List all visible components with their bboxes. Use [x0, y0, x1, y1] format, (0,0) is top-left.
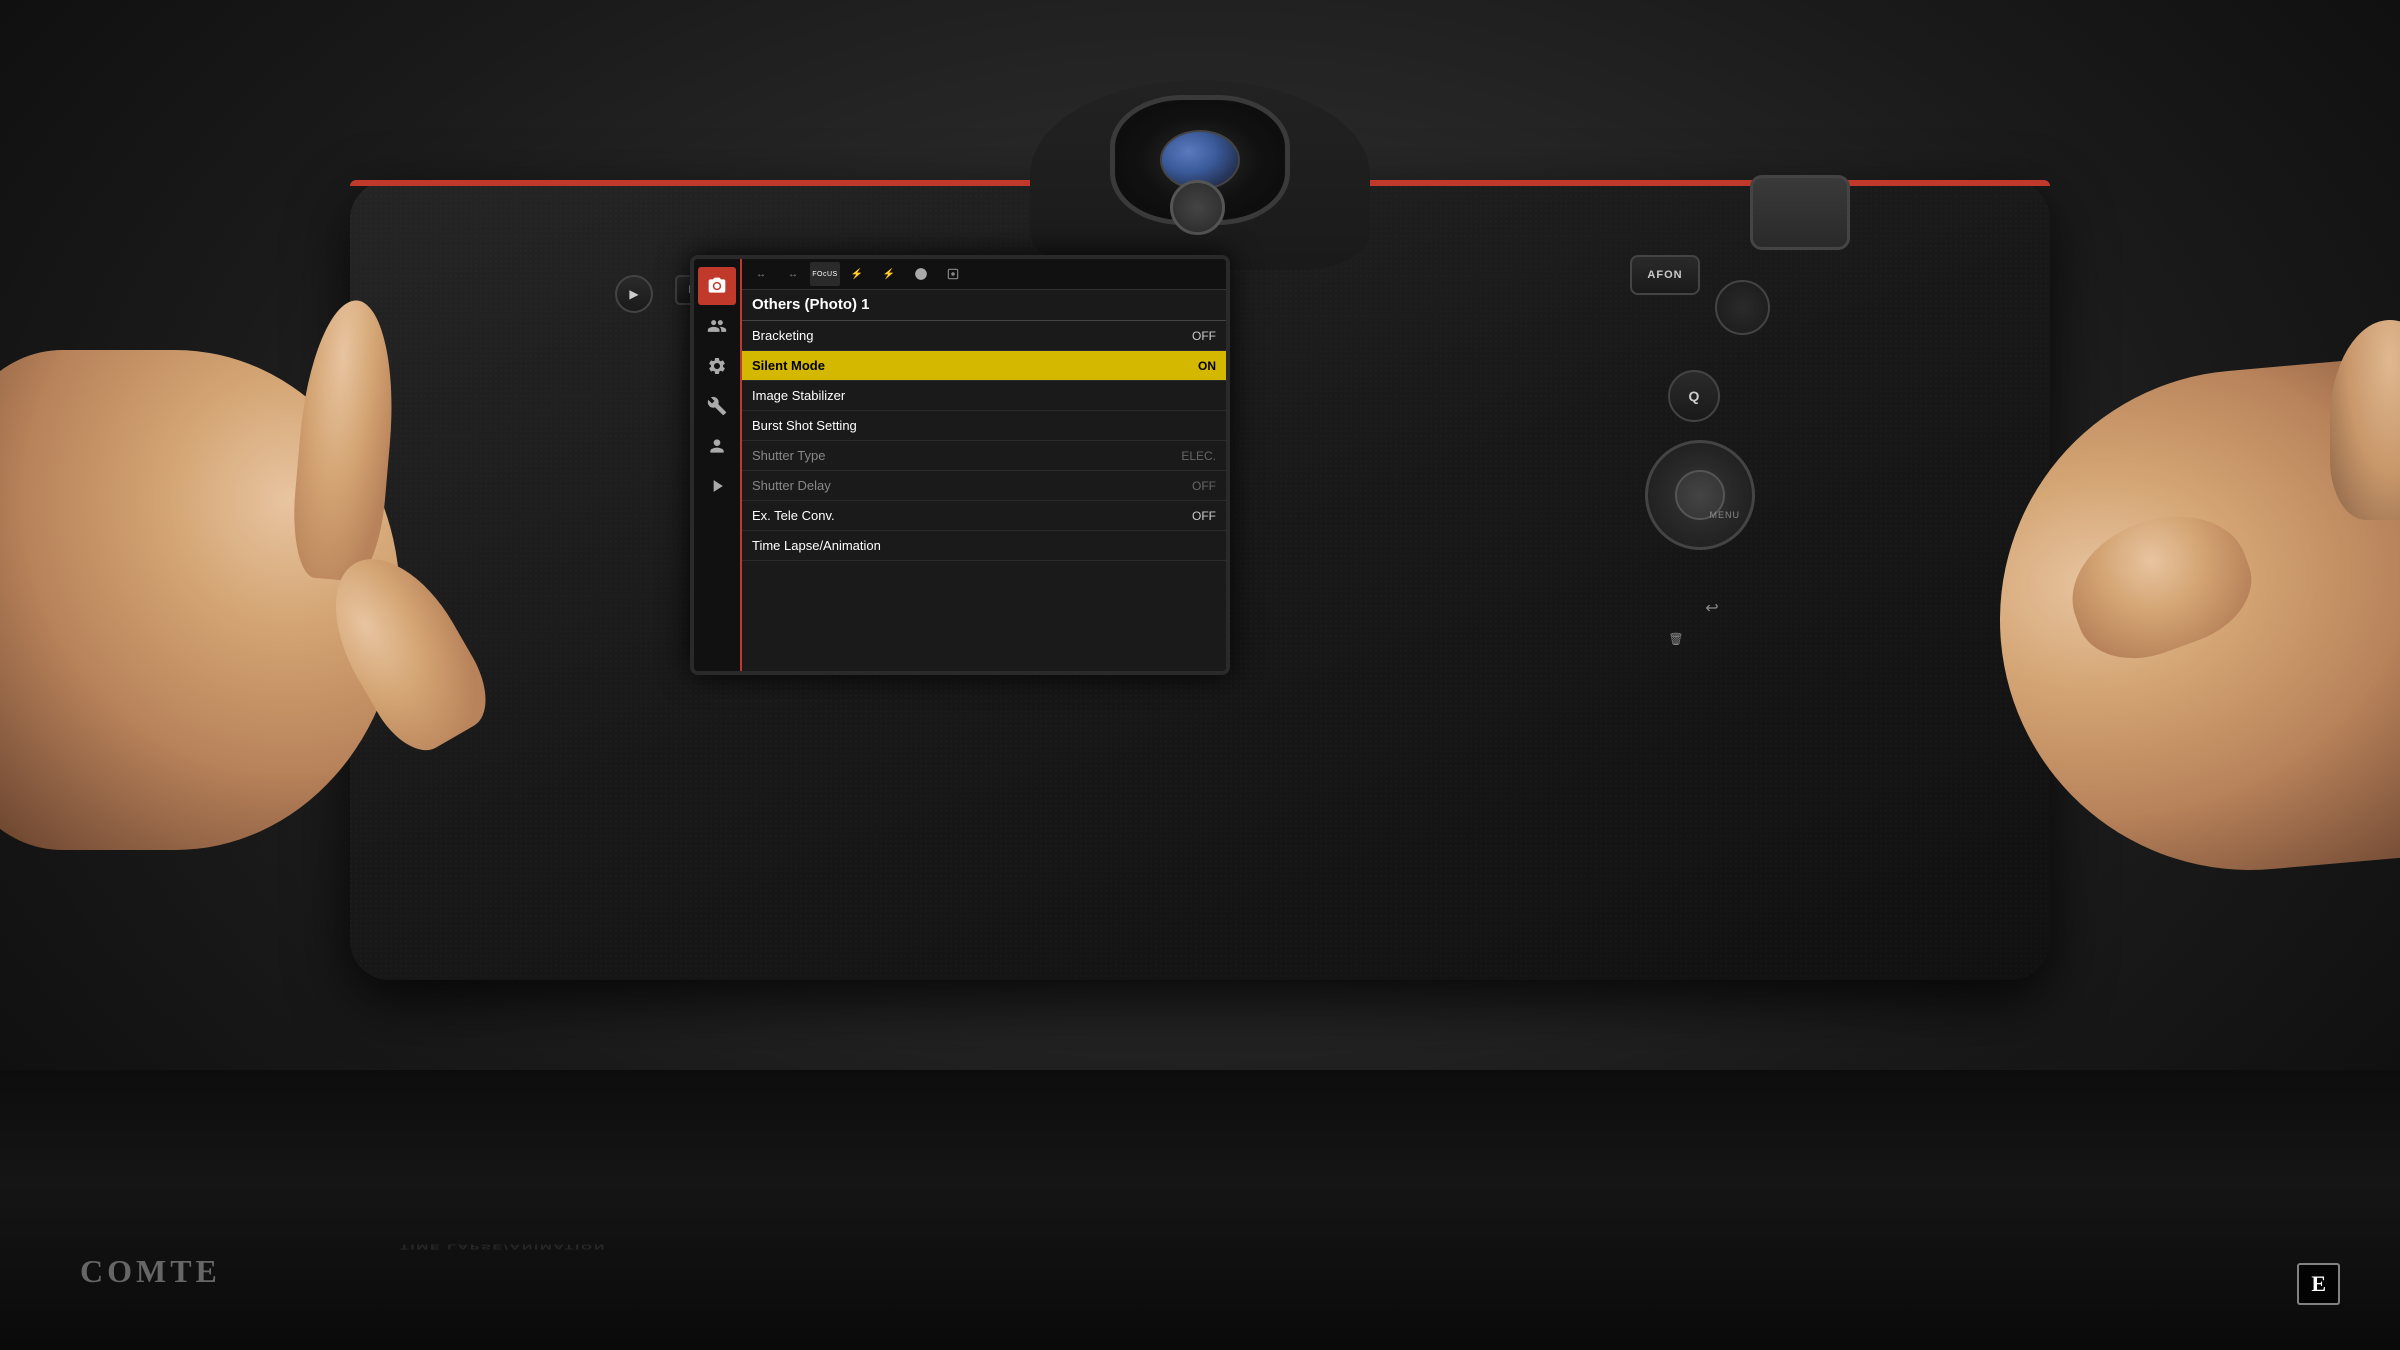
lcd-inner: ↔ ↔ FOcUS ⚡ ⚡ Others (Photo)	[694, 259, 1226, 671]
shutter-delay-label: Shutter Delay	[752, 478, 831, 493]
top-right-dial[interactable]	[1750, 175, 1850, 250]
bracketing-label: Bracketing	[752, 328, 813, 343]
tab-icon-1[interactable]: ↔	[778, 262, 808, 286]
playback-icon: ▶	[629, 287, 638, 301]
sidebar-icon-camera[interactable]	[698, 267, 736, 305]
sidebar-icon-playback[interactable]	[698, 467, 736, 505]
menu-item-bracketing[interactable]: Bracketing OFF	[742, 321, 1226, 351]
sidebar-icon-person[interactable]	[698, 427, 736, 465]
image-stabilizer-label: Image Stabilizer	[752, 388, 845, 403]
right-fingers	[2330, 320, 2400, 520]
shutter-delay-value: OFF	[1192, 479, 1216, 493]
menu-sidebar	[694, 259, 742, 671]
silent-mode-value: ON	[1198, 359, 1216, 373]
shutter-type-value: ELEC.	[1181, 449, 1216, 463]
sidebar-icon-settings[interactable]	[698, 347, 736, 385]
tab-icons-row: ↔ ↔ FOcUS ⚡ ⚡	[742, 259, 1226, 290]
time-lapse-label: Time Lapse/Animation	[752, 538, 881, 553]
lcd-screen: ↔ ↔ FOcUS ⚡ ⚡ Others (Photo)	[690, 255, 1230, 675]
shutter-type-label: Shutter Type	[752, 448, 825, 463]
dpad-joystick[interactable]	[1715, 280, 1770, 335]
menu-item-shutter-type[interactable]: Shutter Type ELEC.	[742, 441, 1226, 471]
brand-label: COMTE	[80, 1253, 221, 1289]
reflection-text: TIME LAPSE/ANIMATION	[400, 1243, 606, 1251]
left-hand-area	[0, 250, 480, 950]
menu-item-burst-shot[interactable]: Burst Shot Setting	[742, 411, 1226, 441]
tab-icon-0[interactable]: ↔	[746, 262, 776, 286]
menu-content: ↔ ↔ FOcUS ⚡ ⚡ Others (Photo)	[742, 259, 1226, 671]
tab-icon-3[interactable]: ⚡	[842, 262, 872, 286]
menu-title: Others (Photo) 1	[752, 296, 870, 313]
silent-mode-label: Silent Mode	[752, 358, 825, 373]
main-dial[interactable]	[1645, 440, 1755, 550]
watermark-symbol: E	[2311, 1271, 2326, 1296]
back-button[interactable]: ↩	[1694, 590, 1730, 626]
brand-area: COMTE	[80, 1253, 221, 1290]
playback-button[interactable]: ▶	[615, 275, 653, 313]
ex-tele-value: OFF	[1192, 509, 1216, 523]
q-button[interactable]: Q	[1668, 370, 1720, 422]
menu-item-time-lapse[interactable]: Time Lapse/Animation	[742, 531, 1226, 561]
right-hand-area	[1900, 320, 2400, 1020]
menu-label: MENU	[1710, 510, 1741, 520]
focus-label: FOcUS	[812, 271, 837, 278]
menu-items-list: Bracketing OFF Silent Mode ON Image Stab…	[742, 321, 1226, 671]
tab-icon-6[interactable]	[938, 262, 968, 286]
sidebar-icon-people[interactable]	[698, 307, 736, 345]
menu-item-silent-mode[interactable]: Silent Mode ON	[742, 351, 1226, 381]
viewfinder-hump	[1030, 80, 1370, 270]
tab-icon-4[interactable]: ⚡	[874, 262, 904, 286]
shutter-button[interactable]	[1170, 180, 1225, 235]
bracketing-value: OFF	[1192, 329, 1216, 343]
watermark: E	[2297, 1263, 2340, 1305]
menu-item-shutter-delay[interactable]: Shutter Delay OFF	[742, 471, 1226, 501]
menu-item-image-stabilizer[interactable]: Image Stabilizer	[742, 381, 1226, 411]
burst-shot-label: Burst Shot Setting	[752, 418, 857, 433]
menu-item-ex-tele[interactable]: Ex. Tele Conv. OFF	[742, 501, 1226, 531]
afon-button[interactable]: AFON	[1630, 255, 1700, 295]
tab-icon-focus[interactable]: FOcUS	[810, 262, 840, 286]
sidebar-icon-wrench[interactable]	[698, 387, 736, 425]
menu-header: Others (Photo) 1	[742, 290, 1226, 321]
tab-icon-5[interactable]	[906, 262, 936, 286]
delete-button[interactable]: 🗑	[1662, 625, 1690, 653]
ex-tele-label: Ex. Tele Conv.	[752, 508, 835, 523]
